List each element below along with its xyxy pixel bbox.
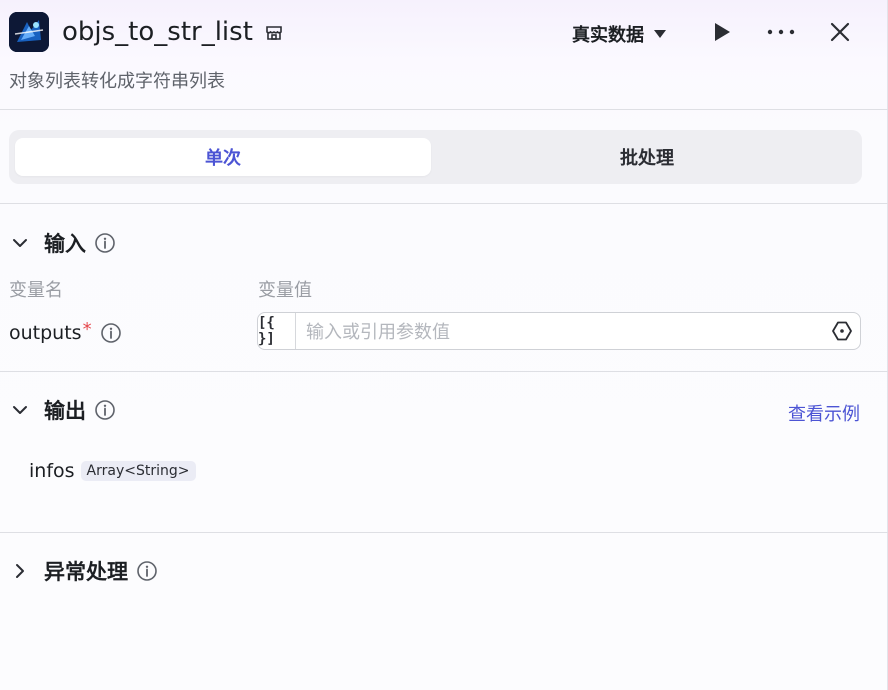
mode-tabs: 单次 批处理 bbox=[9, 130, 862, 184]
divider bbox=[0, 371, 888, 372]
more-icon bbox=[767, 29, 795, 35]
caret-down-icon bbox=[654, 30, 666, 38]
store-badge-icon[interactable] bbox=[264, 23, 284, 43]
variable-reference-icon[interactable] bbox=[830, 319, 854, 343]
chevron-down-icon bbox=[13, 406, 27, 414]
info-icon[interactable] bbox=[136, 560, 158, 582]
input-section-title: 输入 bbox=[44, 232, 86, 256]
node-config-panel: objs_to_str_list 真实数据 对象列表转化成字符串列表 单次 批处… bbox=[0, 0, 888, 690]
chevron-right-icon bbox=[16, 564, 24, 578]
chevron-down-icon bbox=[13, 239, 27, 247]
column-label-value: 变量值 bbox=[258, 280, 312, 301]
output-field-name: infos bbox=[29, 460, 75, 482]
panel-header: objs_to_str_list 真实数据 对象列表转化成字符串列表 bbox=[0, 0, 888, 110]
param-name-label: outputs bbox=[9, 322, 82, 344]
param-value-input[interactable]: [{ }] 输入或引用参数值 bbox=[257, 312, 861, 350]
param-value-placeholder[interactable]: 输入或引用参数值 bbox=[306, 318, 830, 344]
node-title: objs_to_str_list bbox=[62, 17, 253, 47]
tab-batch[interactable]: 批处理 bbox=[439, 138, 855, 176]
info-icon[interactable] bbox=[100, 322, 122, 344]
close-button[interactable] bbox=[826, 18, 854, 46]
divider bbox=[0, 532, 888, 533]
node-description: 对象列表转化成字符串列表 bbox=[9, 71, 225, 92]
data-source-select[interactable]: 真实数据 bbox=[572, 20, 666, 48]
input-section-header[interactable]: 输入 bbox=[10, 228, 116, 258]
more-button[interactable] bbox=[764, 19, 798, 45]
divider bbox=[0, 203, 888, 204]
output-section-header[interactable]: 输出 bbox=[10, 395, 116, 425]
data-source-label: 真实数据 bbox=[572, 25, 644, 46]
tab-single[interactable]: 单次 bbox=[15, 138, 431, 176]
info-icon[interactable] bbox=[94, 399, 116, 421]
play-icon bbox=[715, 23, 730, 41]
info-icon[interactable] bbox=[94, 232, 116, 254]
output-type-tag: Array<String> bbox=[80, 461, 196, 481]
param-name: outputs * bbox=[9, 318, 122, 346]
exception-section-title: 异常处理 bbox=[44, 560, 128, 584]
expression-toggle-button[interactable]: [{ }] bbox=[258, 313, 296, 349]
view-example-link[interactable]: 查看示例 bbox=[788, 400, 860, 426]
output-field-row: infos Array<String> bbox=[29, 460, 196, 482]
required-mark: * bbox=[82, 318, 92, 340]
close-icon bbox=[830, 22, 850, 42]
app-logo-icon bbox=[9, 12, 49, 52]
column-label-name: 变量名 bbox=[9, 280, 63, 301]
exception-section-header[interactable]: 异常处理 bbox=[10, 556, 158, 586]
run-button[interactable] bbox=[709, 19, 735, 45]
output-section-title: 输出 bbox=[44, 399, 86, 423]
